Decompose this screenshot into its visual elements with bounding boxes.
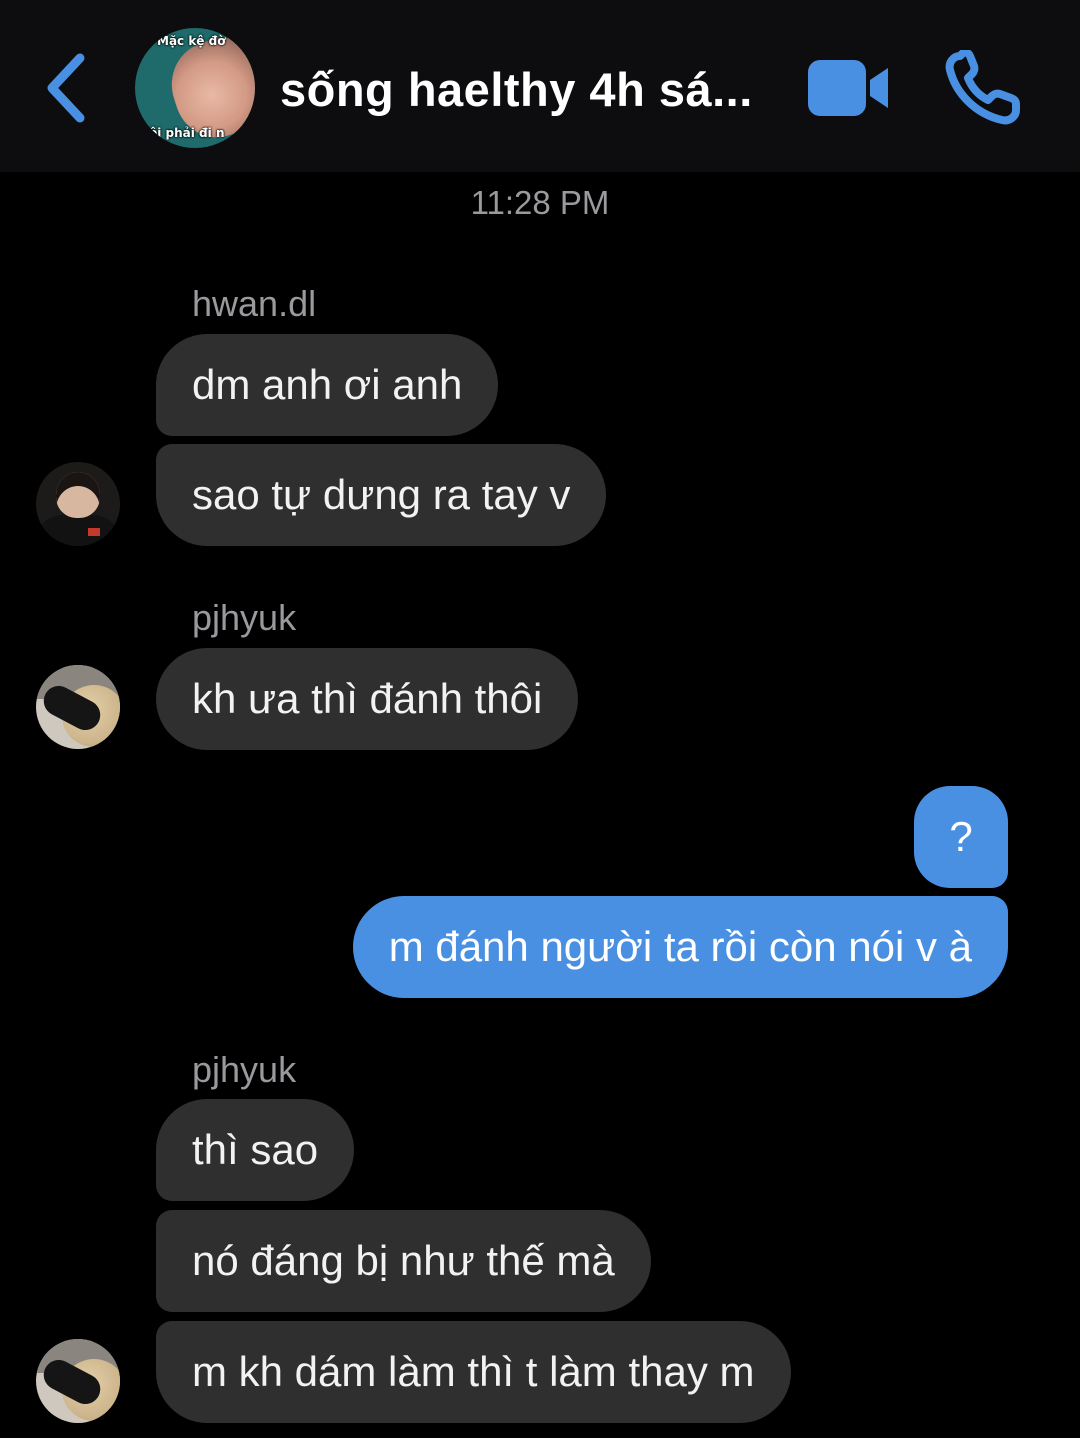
chevron-left-icon (47, 53, 85, 123)
message-bubble[interactable]: m kh dám làm thì t làm thay m (156, 1321, 791, 1423)
phone-icon (945, 48, 1020, 125)
group-avatar-caption-bottom: ôi phải đi n (149, 126, 225, 140)
chat-header: Mặc kệ đờ ôi phải đi n sống haelthy 4h s… (0, 0, 1080, 172)
group-avatar-caption-top: Mặc kệ đờ (157, 34, 226, 48)
message-timestamp: 11:28 PM (470, 184, 610, 221)
group-avatar[interactable]: Mặc kệ đờ ôi phải đi n (135, 28, 255, 148)
back-button[interactable] (40, 52, 96, 124)
sender-name: hwan.dl (192, 283, 317, 324)
message-bubble[interactable]: sao tự dưng ra tay v (156, 444, 607, 546)
sender-name: pjhyuk (192, 1049, 297, 1090)
sender-name: pjhyuk (192, 597, 297, 638)
sender-avatar[interactable] (36, 462, 120, 546)
message-bubble[interactable]: dm anh ơi anh (156, 334, 499, 436)
chat-title[interactable]: sống haelthy 4h sá... (280, 60, 780, 120)
voice-call-button[interactable] (944, 48, 1024, 126)
sender-avatar[interactable] (36, 665, 120, 749)
sender-avatar[interactable] (36, 1339, 120, 1423)
outgoing-message-bubble[interactable]: m đánh người ta rồi còn nói v à (352, 896, 1008, 998)
video-camera-icon (808, 60, 888, 116)
avatar-body (40, 514, 116, 546)
avatar-head (56, 472, 100, 518)
message-bubble[interactable]: kh ưa thì đánh thôi (156, 648, 579, 750)
message-bubble[interactable]: nó đáng bị như thế mà (156, 1210, 651, 1312)
avatar-patch (88, 528, 100, 536)
message-bubble[interactable]: thì sao (156, 1099, 355, 1201)
video-call-button[interactable] (806, 58, 890, 118)
outgoing-message-bubble[interactable]: ? (914, 786, 1008, 888)
